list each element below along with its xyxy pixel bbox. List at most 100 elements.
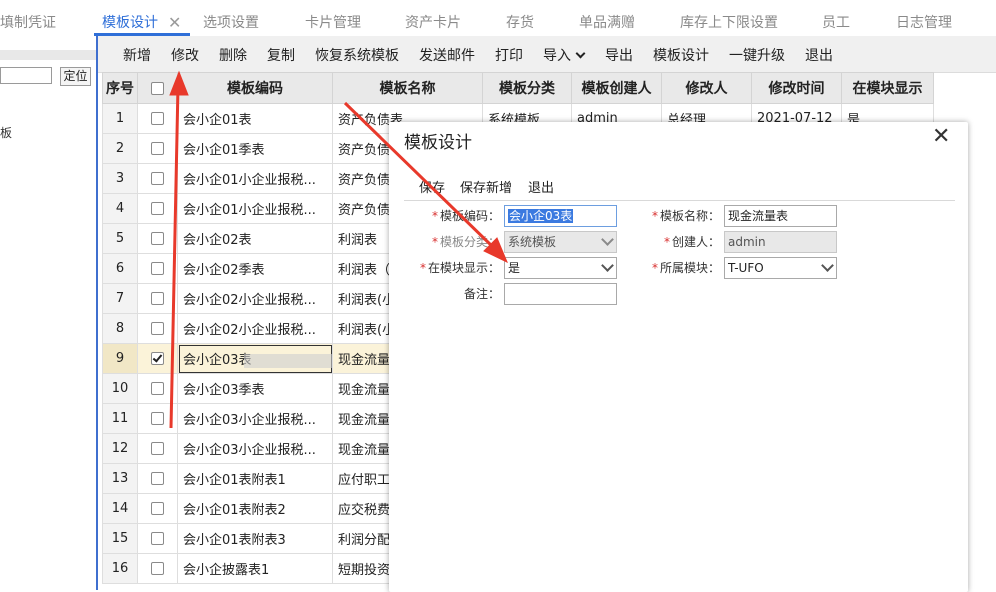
grid-cell-code[interactable]: 会小企03表 [177, 343, 333, 374]
grid-cell-code[interactable]: 会小企01表附表2 [177, 493, 333, 524]
row-checkbox[interactable] [151, 322, 164, 335]
tab-voucher-entry[interactable]: 填制凭证 [0, 0, 56, 36]
row-select-cell[interactable] [137, 133, 178, 164]
row-checkbox[interactable] [151, 352, 164, 365]
row-select-cell[interactable] [137, 433, 178, 464]
row-select-cell[interactable] [137, 103, 178, 134]
grid-cell-name-text: 现金流量 [338, 443, 391, 458]
grid-cell-code[interactable]: 会小企02表 [177, 223, 333, 254]
one-click-upgrade-button[interactable]: 一键升级 [729, 36, 785, 72]
row-checkbox[interactable] [151, 172, 164, 185]
row-select-cell[interactable] [137, 223, 178, 254]
show-in-module-select[interactable]: 是 [504, 257, 617, 279]
row-checkbox[interactable] [151, 292, 164, 305]
name-input[interactable]: 现金流量表 [724, 205, 837, 227]
tab-asset-card[interactable]: 资产卡片 [405, 0, 461, 36]
copy-button[interactable]: 复制 [267, 36, 295, 72]
row-select-cell[interactable] [137, 553, 178, 584]
send-email-button[interactable]: 发送邮件 [419, 36, 475, 72]
tab-option-settings[interactable]: 选项设置 [203, 0, 259, 36]
column-header-name[interactable]: 模板名称 [332, 72, 483, 104]
dialog-save-button[interactable]: 保存 [419, 177, 445, 196]
tab-log-management[interactable]: 日志管理 [896, 0, 952, 36]
row-checkbox[interactable] [151, 442, 164, 455]
print-button[interactable]: 打印 [495, 36, 523, 72]
grid-cell-code[interactable]: 会小企02季表 [177, 253, 333, 284]
grid-cell-code[interactable]: 会小企01表附表3 [177, 523, 333, 554]
row-checkbox[interactable] [151, 112, 164, 125]
grid-cell-code[interactable]: 会小企03季表 [177, 373, 333, 404]
row-checkbox[interactable] [151, 532, 164, 545]
row-select-cell[interactable] [137, 283, 178, 314]
add-button[interactable]: 新增 [123, 36, 151, 72]
grid-cell-code[interactable]: 会小企01小企业报税... [177, 163, 333, 194]
row-checkbox[interactable] [151, 202, 164, 215]
close-icon[interactable]: ✕ [932, 124, 950, 149]
row-checkbox[interactable] [151, 232, 164, 245]
tab-employee[interactable]: 员工 [822, 0, 850, 36]
tab-card-management[interactable]: 卡片管理 [305, 0, 361, 36]
grid-cell-code[interactable]: 会小企01表附表1 [177, 463, 333, 494]
row-checkbox[interactable] [151, 262, 164, 275]
row-select-cell[interactable] [137, 493, 178, 524]
tab-single-item-gift[interactable]: 单品满赠 [579, 0, 635, 36]
delete-button[interactable]: 删除 [219, 36, 247, 72]
grid-cell-code[interactable]: 会小企02小企业报税... [177, 313, 333, 344]
tab-template-design[interactable]: 模板设计 [102, 0, 158, 36]
grid-cell-code[interactable]: 会小企01季表 [177, 133, 333, 164]
column-header-show-in-module[interactable]: 在模块显示 [841, 72, 934, 104]
row-select-cell[interactable] [137, 193, 178, 224]
category-select[interactable]: 系统模板 [504, 231, 617, 253]
row-select-cell[interactable] [137, 463, 178, 494]
column-header-category[interactable]: 模板分类 [482, 72, 572, 104]
column-header-select[interactable] [137, 72, 178, 104]
grid-cell-code[interactable]: 会小企03小企业报税... [177, 433, 333, 464]
row-checkbox[interactable] [151, 142, 164, 155]
column-header-modifier[interactable]: 修改人 [661, 72, 752, 104]
tab-stock-limit-settings[interactable]: 库存上下限设置 [680, 0, 778, 36]
exit-button[interactable]: 退出 [805, 36, 833, 72]
template-design-button[interactable]: 模板设计 [653, 36, 709, 72]
row-select-cell[interactable] [137, 163, 178, 194]
close-icon[interactable]: ✕ [168, 0, 181, 36]
grid-cell-code-text: 会小企01表附表1 [183, 473, 286, 488]
column-header-code[interactable]: 模板编码 [177, 72, 333, 104]
module-select[interactable]: T-UFO [724, 257, 837, 279]
tab-inventory[interactable]: 存货 [506, 0, 534, 36]
column-header-creator[interactable]: 模板创建人 [571, 72, 662, 104]
row-select-cell[interactable] [137, 343, 178, 374]
locate-button[interactable]: 定位 [60, 67, 91, 86]
grid-cell-code[interactable]: 会小企01小企业报税... [177, 193, 333, 224]
grid-cell-code[interactable]: 会小企01表 [177, 103, 333, 134]
row-select-cell[interactable] [137, 253, 178, 284]
import-button[interactable]: 导入 [543, 36, 586, 72]
row-checkbox[interactable] [151, 412, 164, 425]
grid-cell-code-text: 会小企01表 [183, 113, 252, 128]
column-header-modified-time[interactable]: 修改时间 [751, 72, 842, 104]
grid-cell-code[interactable]: 会小企披露表1 [177, 553, 333, 584]
grid-cell-code[interactable]: 会小企03小企业报税... [177, 403, 333, 434]
row-checkbox[interactable] [151, 502, 164, 515]
grid-cell-code[interactable]: 会小企02小企业报税... [177, 283, 333, 314]
row-index: 8 [102, 313, 138, 344]
row-checkbox[interactable] [151, 562, 164, 575]
row-checkbox[interactable] [151, 472, 164, 485]
select-all-checkbox[interactable] [151, 81, 164, 95]
grid-cell-name-text: 利润表（ [338, 263, 391, 278]
row-select-cell[interactable] [137, 403, 178, 434]
restore-system-template-button[interactable]: 恢复系统模板 [315, 36, 399, 72]
edit-button[interactable]: 修改 [171, 36, 199, 72]
row-select-cell[interactable] [137, 523, 178, 554]
tree-item-label[interactable]: 板 [0, 124, 12, 141]
dialog-exit-button[interactable]: 退出 [528, 177, 554, 196]
code-input[interactable]: 会小企03表 [504, 205, 617, 227]
row-select-cell[interactable] [137, 373, 178, 404]
locate-input[interactable] [0, 67, 52, 84]
note-input[interactable] [504, 283, 617, 305]
grid-cell-name-text: 利润表(小 [338, 323, 396, 338]
tab-bar: 填制凭证 模板设计 ✕ 选项设置 卡片管理 资产卡片 存货 单品满赠 库存上下限… [0, 0, 996, 37]
export-button[interactable]: 导出 [605, 36, 633, 72]
dialog-save-new-button[interactable]: 保存新增 [460, 177, 512, 196]
row-select-cell[interactable] [137, 313, 178, 344]
row-checkbox[interactable] [151, 382, 164, 395]
